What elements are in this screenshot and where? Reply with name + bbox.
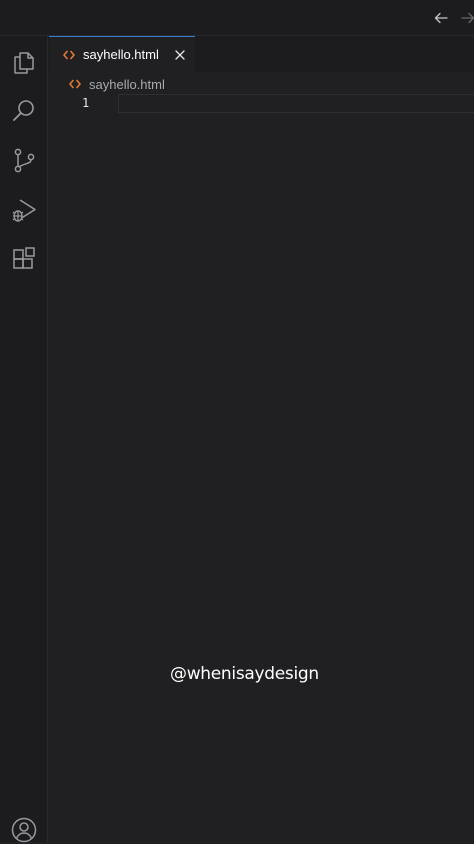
- code-editor[interactable]: 1: [48, 94, 474, 842]
- accounts-button[interactable]: [10, 816, 38, 844]
- arrow-left-icon: [434, 12, 448, 24]
- html-file-icon: [62, 48, 76, 62]
- current-line-highlight[interactable]: [118, 94, 474, 113]
- extensions-button[interactable]: [10, 245, 38, 273]
- breadcrumb-file-label[interactable]: sayhello.html: [89, 77, 165, 92]
- close-tab-button[interactable]: [173, 48, 187, 62]
- tab-label: sayhello.html: [83, 47, 159, 62]
- arrow-right-icon: [461, 12, 474, 24]
- explorer-button[interactable]: [10, 48, 38, 76]
- tab-sayhello-html[interactable]: sayhello.html: [49, 36, 195, 72]
- watermark-handle: @whenisaydesign: [170, 664, 319, 684]
- search-button[interactable]: [10, 97, 38, 125]
- breadcrumb[interactable]: sayhello.html: [68, 74, 165, 94]
- run-debug-button[interactable]: [10, 196, 38, 224]
- source-control-icon: [14, 148, 35, 173]
- activity-bar: [0, 36, 48, 844]
- explorer-icon: [14, 52, 34, 74]
- go-back-button[interactable]: [431, 8, 451, 28]
- extensions-icon: [13, 247, 35, 269]
- search-icon: [13, 100, 34, 121]
- source-control-button[interactable]: [10, 146, 38, 174]
- line-number: 1: [82, 96, 90, 110]
- title-bar: [0, 0, 474, 36]
- go-forward-button[interactable]: [458, 8, 474, 28]
- close-icon: [175, 50, 185, 60]
- run-debug-icon: [12, 199, 36, 222]
- html-file-icon: [68, 77, 82, 91]
- account-icon: [11, 817, 37, 843]
- tab-bar: sayhello.html: [48, 36, 474, 72]
